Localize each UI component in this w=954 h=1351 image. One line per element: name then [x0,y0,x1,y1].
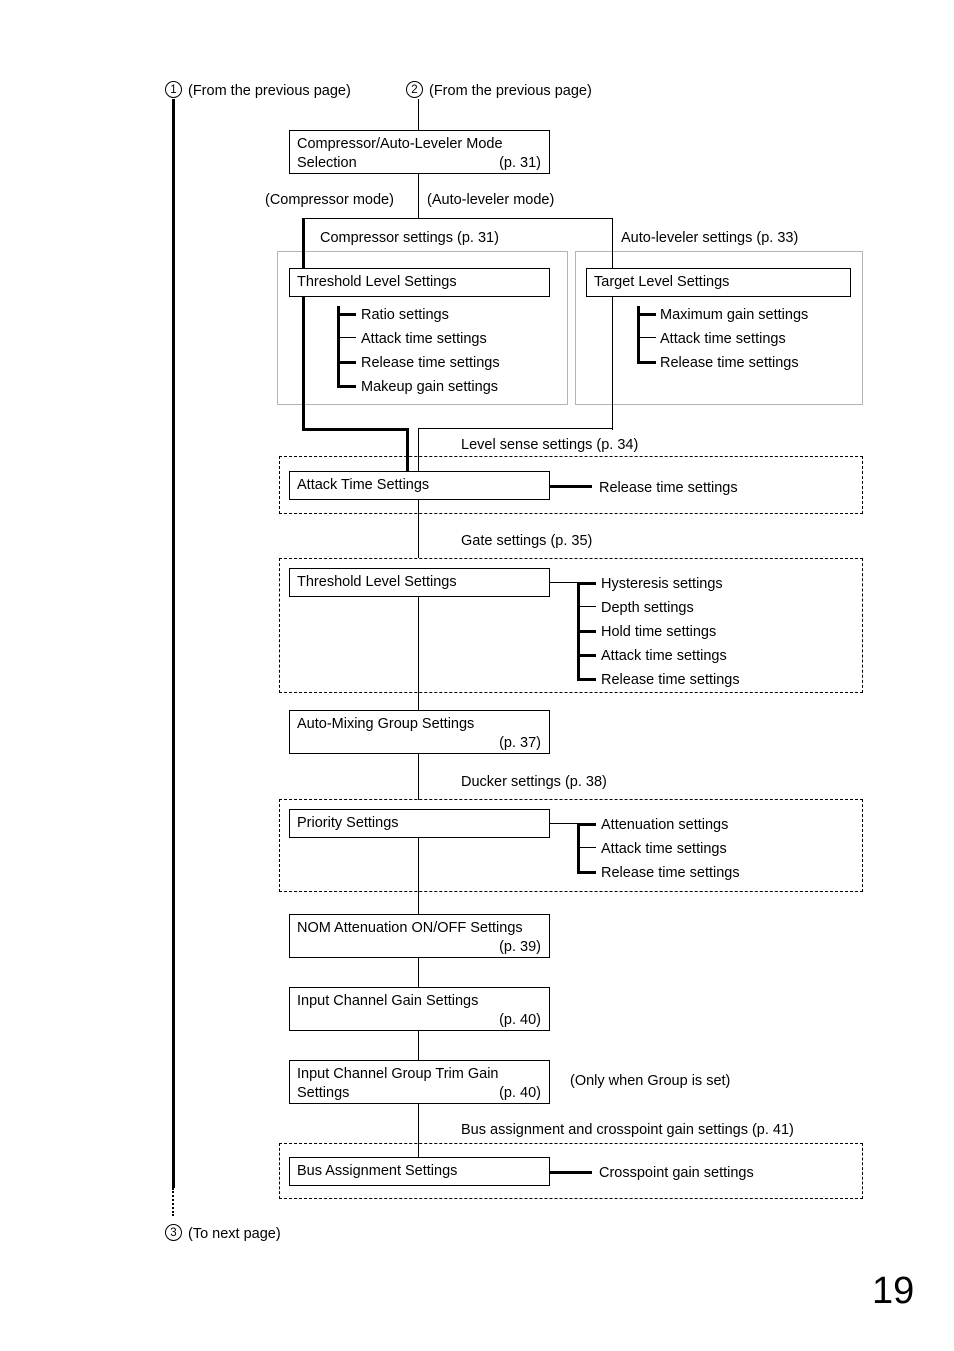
input-channel-group-trim-gain-settings-box[interactable]: Input Channel Group Trim Gain Settings (… [289,1060,550,1104]
priority-settings-label: Priority Settings [297,815,399,831]
to-next-page-marker: 3 [165,1224,182,1241]
threshold-level-settings-compressor-label: Threshold Level Settings [297,274,457,290]
target-level-settings-box[interactable]: Target Level Settings [586,268,851,297]
auto-leveler-settings-title: Auto-leveler settings (p. 33) [621,230,799,246]
mode-selection-page-ref: (p. 31) [499,155,541,171]
bus-assignment-settings-title: Bus assignment and crosspoint gain setti… [461,1122,794,1138]
ducker-subitem-tick-0 [577,823,596,826]
threshold-level-settings-compressor-box[interactable]: Threshold Level Settings [289,268,550,297]
bus-assignment-settings-box[interactable]: Bus Assignment Settings [289,1157,550,1186]
input-channel-group-trim-page-ref: (p. 40) [499,1085,541,1101]
auto-mixing-group-settings-box[interactable]: Auto-Mixing Group Settings (p. 37) [289,710,550,754]
gate-settings-title: Gate settings (p. 35) [461,533,593,549]
threshold-level-settings-gate-box[interactable]: Threshold Level Settings [289,568,550,597]
mode-splitter-bar [303,218,613,220]
nom-attenuation-settings-box[interactable]: NOM Attenuation ON/OFF Settings (p. 39) [289,914,550,958]
from-previous-page-1-label: (From the previous page) [188,83,351,99]
compressor-subitem-tick-1 [337,337,356,339]
auto-leveler-subitem-tick-2 [637,361,656,364]
compressor-subitem-tick-3 [337,385,356,388]
auto-leveler-subitem-tick-1 [637,337,656,339]
gate-spine-stub [550,582,579,584]
flow-trim-to-bus-assignment [418,1104,420,1157]
auto-mixing-page-ref: (p. 37) [499,735,541,751]
ducker-subitem-tick-2 [577,871,596,874]
ducker-settings-title: Ducker settings (p. 38) [461,774,607,790]
from-previous-page-1-marker: 1 [165,81,182,98]
flow-input-gain-to-trim [418,1031,420,1060]
mode-selection-box[interactable]: Compressor/Auto-Leveler Mode Selection (… [289,130,550,174]
left-spine-dotted-tail [172,1188,174,1216]
to-next-page-label: (To next page) [188,1226,281,1242]
ducker-spine-stub [550,823,579,825]
flow-nom-to-input-gain [418,958,420,987]
priority-settings-box[interactable]: Priority Settings [289,809,550,838]
level-sense-settings-title: Level sense settings (p. 34) [461,437,639,453]
from-previous-page-2-marker: 2 [406,81,423,98]
flow-attack-to-gate [418,500,420,558]
auto-leveler-branch-line [612,218,614,430]
mode-selection-line2: Selection [297,155,357,171]
flow-ducker-to-nom [418,838,420,914]
auto-mixing-line1: Auto-Mixing Group Settings [297,716,475,732]
attack-time-settings-box[interactable]: Attack Time Settings [289,471,550,500]
input-channel-group-trim-note: (Only when Group is set) [570,1073,731,1089]
left-spine-line [172,99,175,1188]
target-level-settings-label: Target Level Settings [594,274,730,290]
input-channel-gain-settings-box[interactable]: Input Channel Gain Settings (p. 40) [289,987,550,1031]
compressor-merge-horizontal [302,428,408,431]
auto-leveler-merge-horizontal [418,428,613,430]
threshold-level-settings-gate-label: Threshold Level Settings [297,574,457,590]
flow-gate-to-automixing [418,597,420,710]
compressor-settings-title: Compressor settings (p. 31) [320,230,499,246]
input-channel-gain-line1: Input Channel Gain Settings [297,993,479,1009]
input-channel-gain-page-ref: (p. 40) [499,1012,541,1028]
gate-subitem-tick-4 [577,678,596,681]
entry-2-connector [418,99,420,131]
bus-assignment-settings-label: Bus Assignment Settings [297,1163,458,1179]
ducker-subitem-tick-1 [577,847,596,849]
gate-subitem-tick-2 [577,630,596,633]
mode-selection-line1: Compressor/Auto-Leveler Mode [297,136,503,152]
mode-selection-stem [418,174,420,219]
from-previous-page-2-label: (From the previous page) [429,83,592,99]
input-channel-group-trim-line1: Input Channel Group Trim Gain [297,1066,499,1082]
compressor-subitem-tick-2 [337,361,356,364]
level-sense-subitem-tick-0 [550,485,592,488]
auto-leveler-subitem-tick-0 [637,313,656,316]
auto-leveler-mode-label: (Auto-leveler mode) [427,192,555,208]
compressor-subitem-tick-0 [337,313,356,316]
nom-attenuation-page-ref: (p. 39) [499,939,541,955]
flow-automixing-to-ducker [418,754,420,800]
nom-attenuation-line1: NOM Attenuation ON/OFF Settings [297,920,523,936]
gate-subitem-tick-3 [577,654,596,657]
gate-subitem-tick-1 [577,606,596,608]
compressor-subitems-spine [337,306,340,387]
compressor-mode-label: (Compressor mode) [265,192,394,208]
attack-time-settings-label: Attack Time Settings [297,477,430,493]
gate-subitem-tick-0 [577,582,596,585]
page-number: 19 [872,1270,915,1312]
flowchart-page: 1 (From the previous page) 2 (From the p… [0,0,954,1351]
compressor-branch-line [302,218,305,430]
input-channel-group-trim-line2: Settings [297,1085,350,1101]
bus-assignment-subitem-tick-0 [550,1171,592,1174]
